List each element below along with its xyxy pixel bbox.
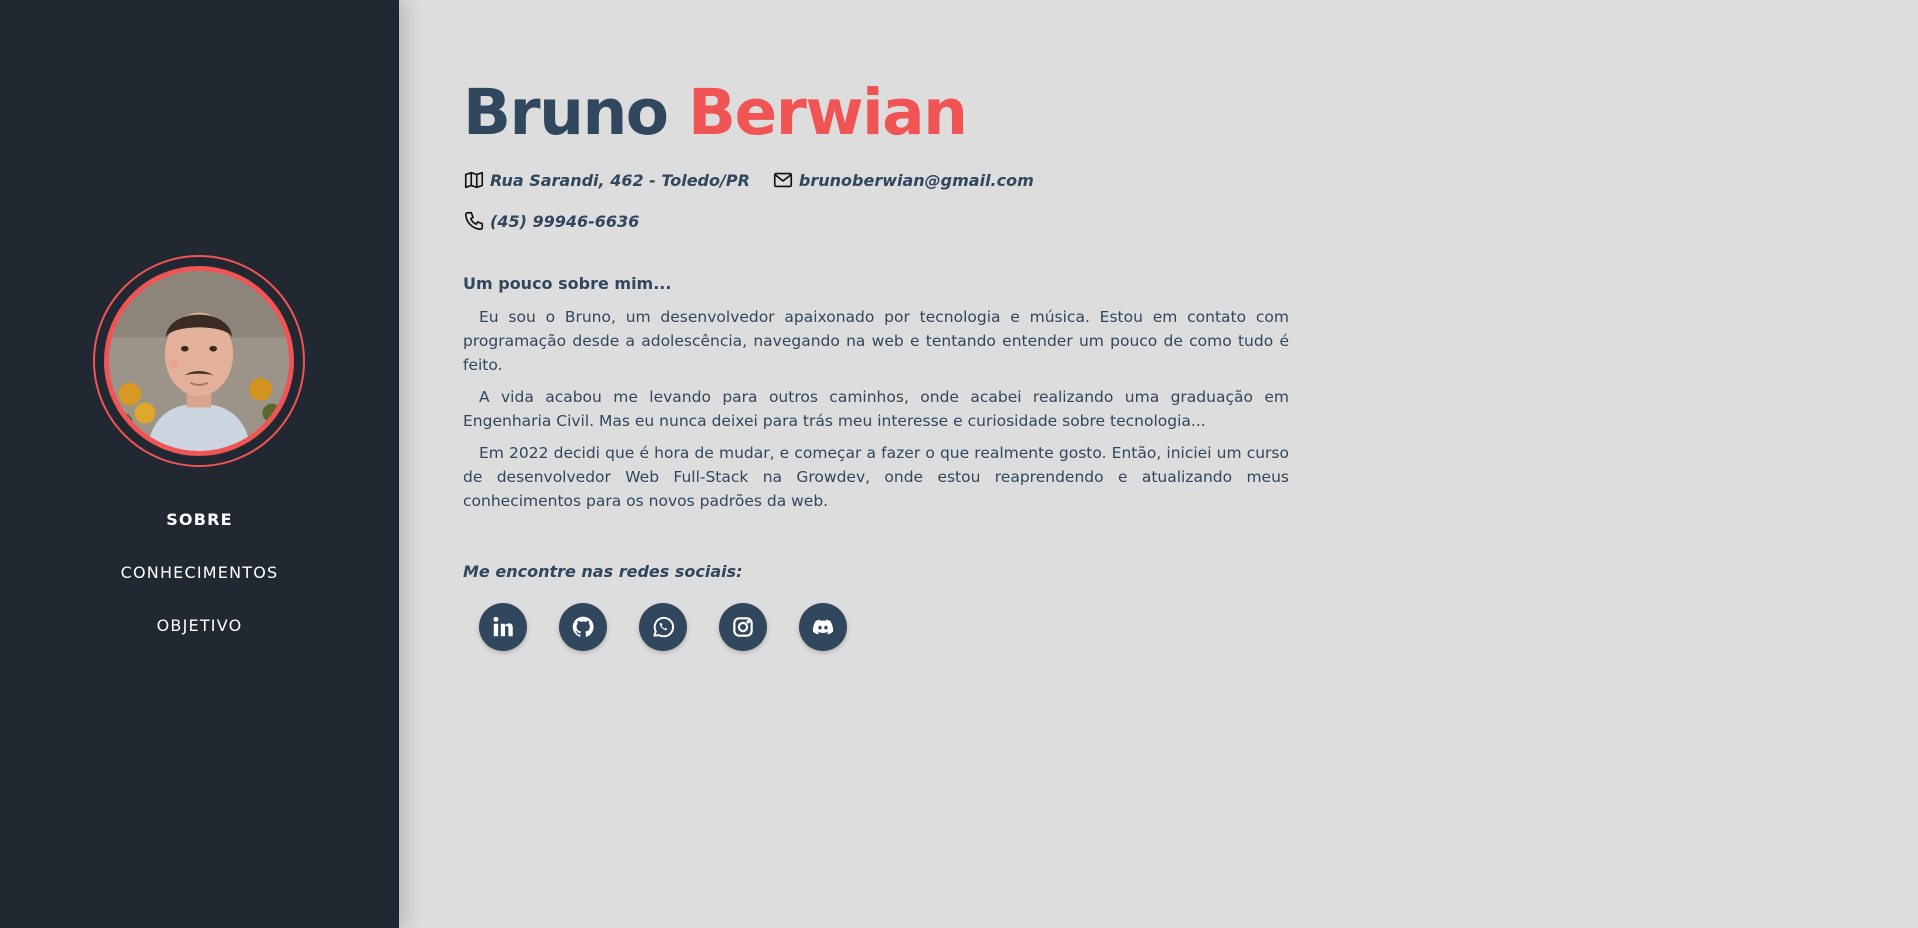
avatar-ring: [93, 255, 305, 467]
address-text: Rua Sarandi, 462 - Toledo/PR: [490, 170, 750, 190]
first-name: Bruno: [463, 76, 669, 149]
social-links: [479, 603, 879, 651]
contact-row: (45) 99946-6636: [463, 210, 661, 232]
last-name: Berwian: [688, 76, 968, 149]
contact-email[interactable]: brunoberwian@gmail.com: [772, 169, 1034, 191]
contact-address: Rua Sarandi, 462 - Toledo/PR: [463, 169, 750, 191]
phone-icon: [463, 210, 485, 232]
whatsapp-button[interactable]: [639, 603, 687, 651]
nav-item-sobre[interactable]: SOBRE: [0, 505, 399, 558]
about-paragraph: Eu sou o Bruno, um desenvolvedor apaixon…: [463, 308, 1289, 374]
mail-icon: [772, 169, 794, 191]
contact-row: Rua Sarandi, 462 - Toledo/PR brunoberwia…: [463, 169, 1056, 191]
about-section: Eu sou o Bruno, um desenvolvedor apaixon…: [463, 305, 1289, 521]
linkedin-button[interactable]: [479, 603, 527, 651]
linkedin-icon: [493, 616, 513, 637]
instagram-button[interactable]: [719, 603, 767, 651]
discord-icon: [812, 619, 834, 635]
whatsapp-icon: [653, 616, 675, 638]
sidebar-nav: SOBRE CONHECIMENTOS OBJETIVO: [0, 505, 399, 664]
about-paragraph: A vida acabou me levando para outros cam…: [463, 388, 1289, 430]
email-text[interactable]: brunoberwian@gmail.com: [799, 171, 1034, 190]
social-title: Me encontre nas redes sociais:: [463, 562, 743, 581]
discord-button[interactable]: [799, 603, 847, 651]
page-title: Bruno Berwian: [463, 68, 968, 158]
contact-phone[interactable]: (45) 99946-6636: [463, 210, 639, 232]
sidebar: SOBRE CONHECIMENTOS OBJETIVO: [0, 0, 399, 928]
page: SOBRE CONHECIMENTOS OBJETIVO Bruno Berwi…: [0, 0, 1918, 928]
map-icon: [463, 169, 485, 191]
nav-item-objetivo[interactable]: OBJETIVO: [0, 611, 399, 664]
profile-photo: [109, 271, 289, 451]
phone-text[interactable]: (45) 99946-6636: [490, 212, 639, 231]
about-title: Um pouco sobre mim...: [463, 274, 672, 293]
nav-item-conhecimentos[interactable]: CONHECIMENTOS: [0, 558, 399, 611]
avatar: [104, 266, 294, 456]
about-paragraph: Em 2022 decidi que é hora de mudar, e co…: [463, 444, 1289, 510]
github-icon: [572, 616, 594, 637]
instagram-icon: [733, 617, 753, 637]
github-button[interactable]: [559, 603, 607, 651]
